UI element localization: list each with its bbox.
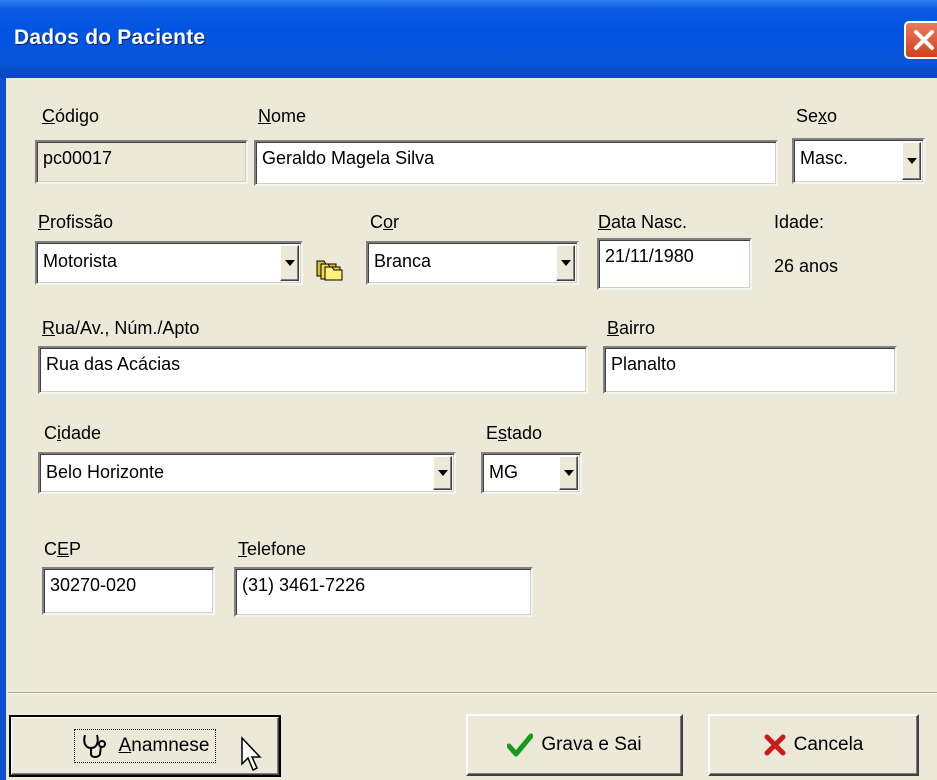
cor-value: Branca — [374, 251, 432, 271]
anamnese-label: Anamnese — [118, 735, 210, 756]
title-bar[interactable]: Dados do Paciente — [0, 0, 937, 78]
cor-dropdown-button[interactable] — [556, 245, 575, 281]
cidade-dropdown-button[interactable] — [433, 456, 452, 490]
profissao-label: Profissão — [38, 212, 114, 232]
mouse-cursor-icon — [241, 736, 262, 772]
nome-field[interactable]: Geraldo Magela Silva — [254, 140, 778, 186]
estado-label: Estado — [486, 423, 543, 443]
profissao-value: Motorista — [43, 251, 118, 271]
nome-label: Nome — [258, 106, 307, 126]
x-icon — [764, 734, 786, 756]
bairro-field[interactable]: Planalto — [603, 346, 897, 394]
sexo-dropdown-button[interactable] — [902, 142, 921, 180]
estado-value: MG — [489, 462, 518, 482]
checkmark-icon — [507, 733, 534, 757]
idade-value: 26 anos — [774, 256, 839, 276]
rua-field[interactable]: Rua das Acácias — [38, 346, 588, 394]
rua-label: Rua/Av., Núm./Apto — [42, 318, 200, 338]
bairro-label: Bairro — [607, 318, 656, 338]
codigo-field: pc00017 — [35, 140, 248, 184]
cancela-label: Cancela — [793, 734, 864, 755]
telefone-field[interactable]: (31) 3461-7226 — [234, 567, 533, 617]
folder-icon[interactable] — [314, 255, 344, 281]
data-nasc-label: Data Nasc. — [598, 212, 688, 232]
grava-e-sai-button[interactable]: Grava e Sai — [466, 714, 683, 776]
telefone-label: Telefone — [238, 539, 307, 559]
cancela-button[interactable]: Cancela — [708, 714, 919, 776]
sexo-select[interactable]: Masc. — [792, 138, 925, 184]
profissao-dropdown-button[interactable] — [280, 245, 299, 281]
cidade-value: Belo Horizonte — [46, 462, 165, 482]
estado-select[interactable]: MG — [481, 452, 582, 494]
cor-label: Cor — [370, 212, 400, 232]
cidade-label: Cidade — [44, 423, 102, 443]
cor-select[interactable]: Branca — [366, 241, 579, 285]
close-button[interactable] — [904, 21, 937, 59]
estado-dropdown-button[interactable] — [559, 456, 578, 490]
data-nasc-field[interactable]: 21/11/1980 — [597, 238, 752, 290]
cidade-select[interactable]: Belo Horizonte — [38, 452, 456, 494]
grava-e-sai-label: Grava e Sai — [541, 734, 642, 755]
codigo-label: Código — [42, 106, 100, 126]
button-separator — [8, 692, 937, 694]
cep-field[interactable]: 30270-020 — [42, 567, 215, 615]
stethoscope-icon — [82, 734, 106, 758]
close-icon — [914, 30, 934, 50]
sexo-value: Masc. — [800, 148, 849, 168]
window-frame-left — [0, 78, 6, 780]
profissao-select[interactable]: Motorista — [35, 241, 303, 285]
idade-label: Idade: — [774, 212, 825, 232]
sexo-label: Sexo — [796, 106, 838, 126]
window-title: Dados do Paciente — [14, 26, 206, 49]
cep-label: CEP — [44, 539, 82, 559]
